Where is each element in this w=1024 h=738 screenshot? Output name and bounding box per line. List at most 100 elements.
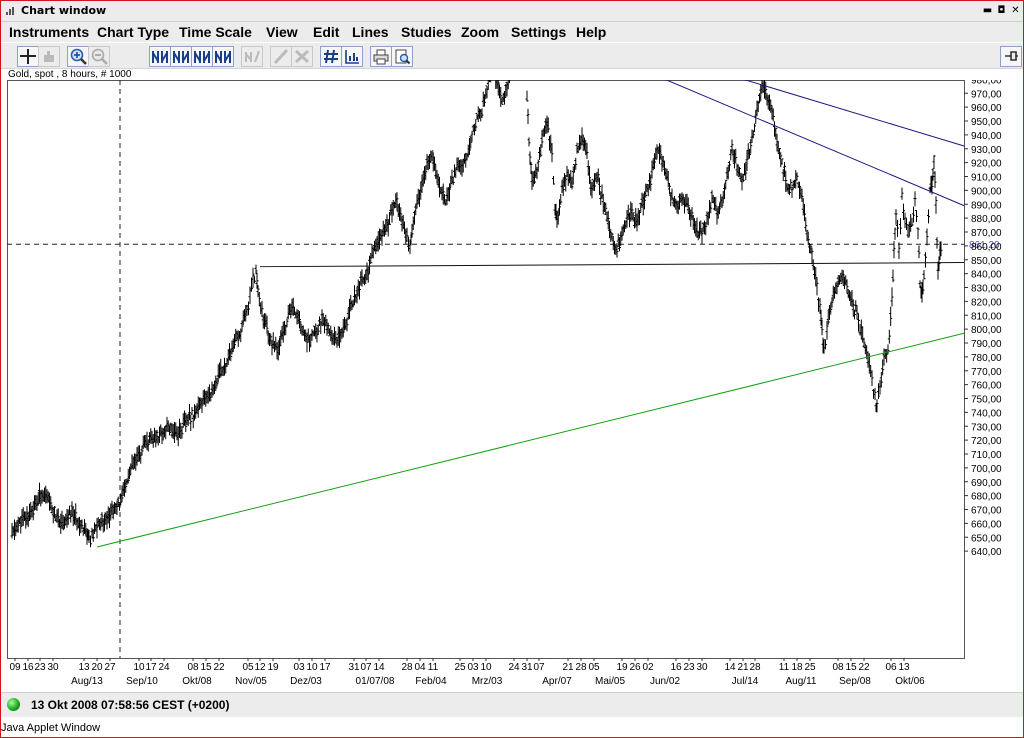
crosshair-button[interactable] <box>17 46 39 67</box>
crosshair-icon <box>20 49 36 64</box>
chart-style-2-button[interactable] <box>170 46 192 67</box>
x-day-label-27: 10 <box>480 662 492 673</box>
x-month-label-3: Nov/05 <box>235 676 267 687</box>
x-month-label-1: Sep/10 <box>126 676 158 687</box>
x-day-label-42: 28 <box>749 662 761 673</box>
y-tick-label-14: 890,00 <box>971 200 1002 211</box>
menu-bar: Instruments Chart Type Time Scale View E… <box>1 22 1023 42</box>
x-day-label-29: 31 <box>521 662 533 673</box>
y-tick-label-21: 820,00 <box>971 297 1002 308</box>
x-day-label-1: 16 <box>22 662 34 673</box>
x-day-label-22: 28 <box>401 662 413 673</box>
window-menu-icon[interactable] <box>5 6 15 16</box>
y-tick-label-29: 740,00 <box>971 408 1002 419</box>
chart-style-2-icon <box>173 51 189 63</box>
x-day-label-14: 12 <box>254 662 266 673</box>
x-month-label-13: Sep/08 <box>839 676 871 687</box>
chart-style-4-icon <box>215 51 231 63</box>
delete-icon <box>294 49 310 64</box>
x-month-label-8: Apr/07 <box>542 676 572 687</box>
x-day-label-13: 05 <box>242 662 254 673</box>
chart-style-1-button[interactable] <box>149 46 171 67</box>
menu-edit[interactable]: Edit <box>313 24 339 40</box>
x-day-label-20: 07 <box>360 662 372 673</box>
x-day-label-45: 25 <box>804 662 816 673</box>
menu-settings[interactable]: Settings <box>511 24 566 40</box>
y-tick-label-6: 970,00 <box>971 89 1002 100</box>
x-month-label-4: Dez/03 <box>290 676 322 687</box>
x-day-label-3: 30 <box>47 662 59 673</box>
menu-lines[interactable]: Lines <box>352 24 389 40</box>
x-month-label-6: Feb/04 <box>415 676 447 687</box>
x-day-label-7: 10 <box>133 662 145 673</box>
x-day-label-38: 23 <box>683 662 695 673</box>
y-tick-label-16: 870,00 <box>971 228 1002 239</box>
minimize-button[interactable]: ▬ <box>981 4 994 17</box>
x-day-label-16: 03 <box>293 662 305 673</box>
print-button[interactable] <box>370 46 392 67</box>
menu-zoom[interactable]: Zoom <box>461 24 499 40</box>
y-tick-label-33: 700,00 <box>971 464 1002 475</box>
x-day-label-41: 21 <box>737 662 749 673</box>
chart-canvas[interactable]: 990,00861,201.030,001.020,001.010,001.00… <box>7 6 1017 688</box>
indicator-button[interactable] <box>341 46 363 67</box>
print-preview-button[interactable] <box>391 46 413 67</box>
price-chart[interactable]: 990,00861,201.030,001.020,001.010,001.00… <box>7 6 1017 688</box>
print-preview-icon <box>395 49 411 65</box>
y-tick-label-20: 830,00 <box>971 284 1002 295</box>
x-day-label-36: 02 <box>642 662 654 673</box>
x-day-label-39: 30 <box>696 662 708 673</box>
grid-button[interactable] <box>320 46 342 67</box>
x-day-label-9: 24 <box>158 662 170 673</box>
x-day-label-2: 23 <box>34 662 46 673</box>
x-day-label-34: 19 <box>616 662 628 673</box>
window-title: Chart window <box>21 4 107 17</box>
x-day-label-48: 22 <box>858 662 870 673</box>
zoom-out-button[interactable] <box>88 46 110 67</box>
delete-button[interactable] <box>291 46 313 67</box>
chart-style-4-button[interactable] <box>212 46 234 67</box>
pan-button[interactable] <box>38 46 60 67</box>
chart-style-3-icon <box>194 51 210 63</box>
x-day-label-47: 15 <box>845 662 857 673</box>
menu-chart-type[interactable]: Chart Type <box>97 24 169 40</box>
y-tick-label-12: 910,00 <box>971 173 1002 184</box>
x-day-label-21: 14 <box>373 662 385 673</box>
close-button[interactable]: ✕ <box>1009 4 1022 17</box>
indicator-icon <box>345 50 359 64</box>
pencil-button[interactable] <box>270 46 292 67</box>
zoom-in-icon <box>70 48 87 65</box>
edit-button[interactable] <box>241 46 263 67</box>
y-tick-label-38: 650,00 <box>971 533 1002 544</box>
y-tick-label-23: 800,00 <box>971 325 1002 336</box>
chart-style-3-button[interactable] <box>191 46 213 67</box>
x-month-label-9: Mai/05 <box>595 676 625 687</box>
y-tick-label-37: 660,00 <box>971 519 1002 530</box>
y-tick-label-31: 720,00 <box>971 436 1002 447</box>
pin-button[interactable] <box>1000 46 1022 67</box>
y-tick-label-22: 810,00 <box>971 311 1002 322</box>
x-month-label-12: Aug/11 <box>786 676 817 687</box>
x-day-label-5: 20 <box>91 662 103 673</box>
title-bar[interactable]: Chart window ▬ ◘ ✕ <box>1 1 1023 22</box>
zoom-in-button[interactable] <box>67 46 89 67</box>
menu-instruments[interactable]: Instruments <box>9 24 89 40</box>
menu-studies[interactable]: Studies <box>401 24 452 40</box>
menu-time-scale[interactable]: Time Scale <box>179 24 252 40</box>
y-tick-label-35: 680,00 <box>971 492 1002 503</box>
x-month-label-14: Okt/06 <box>895 676 925 687</box>
y-tick-label-34: 690,00 <box>971 478 1002 489</box>
menu-view[interactable]: View <box>266 24 298 40</box>
x-day-label-8: 17 <box>145 662 157 673</box>
y-tick-label-11: 920,00 <box>971 159 1002 170</box>
menu-help[interactable]: Help <box>576 24 606 40</box>
y-tick-label-25: 780,00 <box>971 353 1002 364</box>
maximize-button[interactable]: ◘ <box>995 4 1008 17</box>
print-icon <box>373 49 389 65</box>
x-day-label-15: 19 <box>267 662 279 673</box>
x-day-label-46: 08 <box>832 662 844 673</box>
x-day-label-19: 31 <box>348 662 360 673</box>
x-day-label-12: 22 <box>213 662 225 673</box>
pencil-icon <box>273 48 289 65</box>
y-tick-label-13: 900,00 <box>971 186 1002 197</box>
